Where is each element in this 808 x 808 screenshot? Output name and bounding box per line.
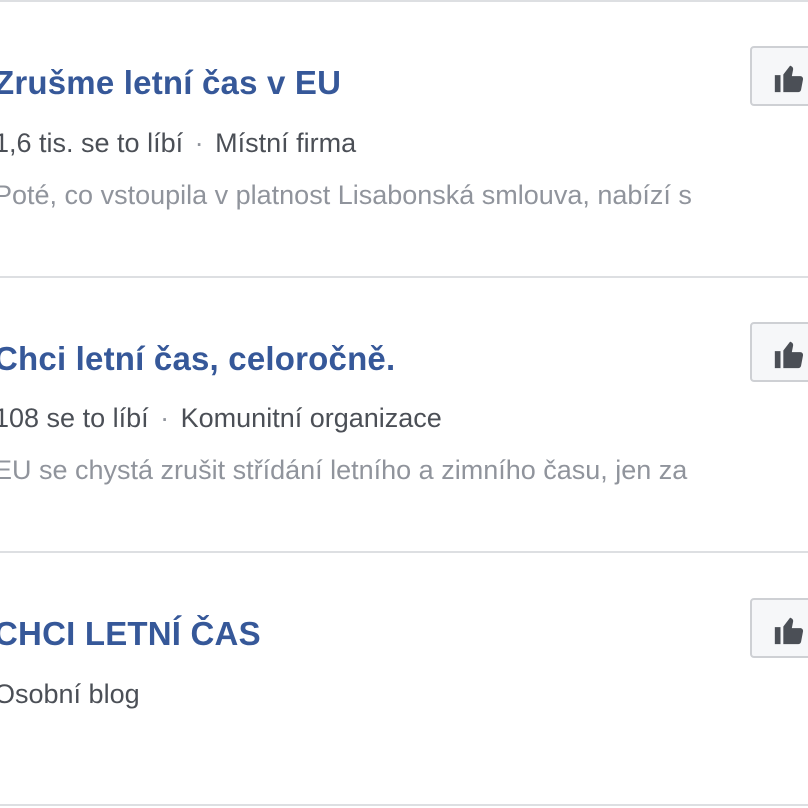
result-meta: Osobní blog <box>0 679 140 710</box>
thumbs-up-icon <box>774 617 804 645</box>
search-results-page: Zrušme letní čas v EU 1,6 tis. se to líb… <box>0 0 808 808</box>
result-item: CHCI LETNÍ ČAS Osobní blog <box>0 0 808 808</box>
page-category: Osobní blog <box>0 679 140 709</box>
divider <box>0 804 808 806</box>
result-title-link[interactable]: CHCI LETNÍ ČAS <box>0 615 261 653</box>
like-button[interactable] <box>750 598 808 658</box>
